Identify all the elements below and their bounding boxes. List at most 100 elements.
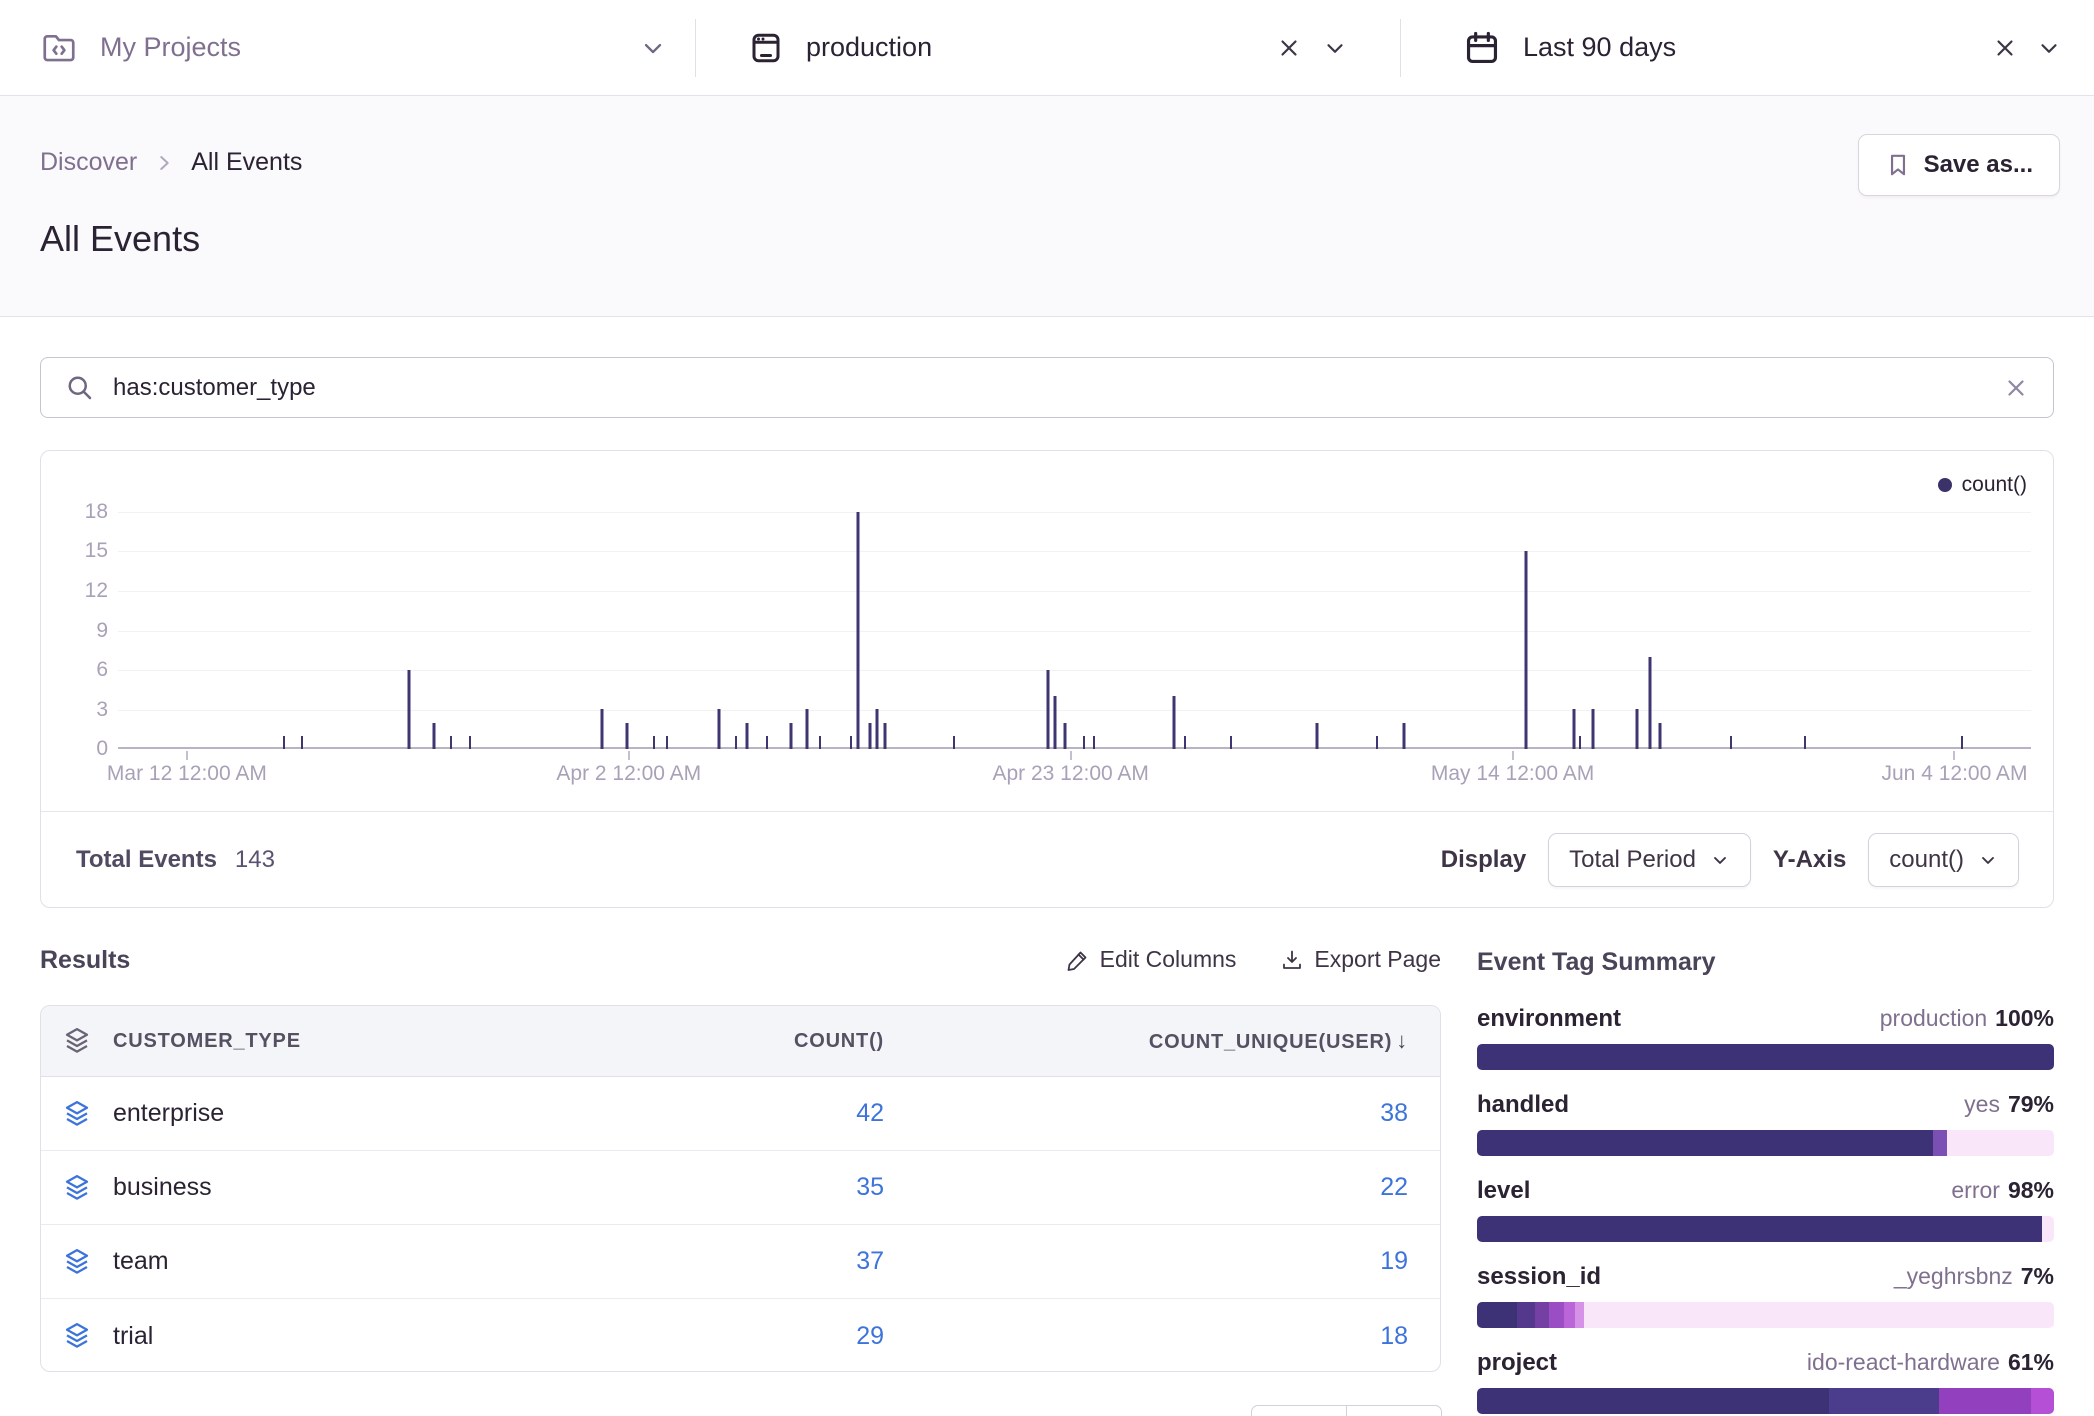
chart-data-spike	[1172, 696, 1175, 749]
chart-data-spike	[1054, 696, 1057, 749]
layers-icon	[62, 1321, 92, 1351]
cell-count-unique-link[interactable]: 22	[884, 1173, 1408, 1202]
tag-bar-segment	[1477, 1388, 1829, 1414]
table-actions: Edit Columns Export Page	[1066, 946, 1441, 973]
y-axis-tick-label: 6	[52, 658, 108, 682]
table-row: team3719	[41, 1225, 1440, 1299]
tag-distribution-bar[interactable]	[1477, 1130, 2054, 1156]
column-count[interactable]: COUNT()	[454, 1030, 884, 1053]
chart-gridline	[118, 710, 2031, 711]
chevron-down-icon[interactable]	[639, 34, 667, 62]
calendar-icon	[1463, 29, 1501, 67]
tag-bar-segment	[1829, 1388, 1939, 1414]
chart-data-spike	[600, 709, 603, 749]
cell-count-link[interactable]: 42	[454, 1099, 884, 1128]
chevron-down-icon[interactable]	[2036, 35, 2062, 61]
clear-environment-icon[interactable]	[1276, 35, 1302, 61]
tag-distribution-bar[interactable]	[1477, 1302, 2054, 1328]
tag-row: environment production100%	[1477, 1005, 2054, 1070]
tag-row: projectido-react-hardware61%	[1477, 1349, 2054, 1414]
tag-row: session_id_yeghrsbnz7%	[1477, 1263, 2054, 1328]
tag-name: project	[1477, 1349, 1557, 1377]
tag-distribution-bar[interactable]	[1477, 1388, 2054, 1414]
x-axis-tick-label: Jun 4 12:00 AM	[1882, 762, 2028, 786]
cell-count-link[interactable]: 29	[454, 1322, 884, 1351]
x-axis-tick	[1070, 751, 1072, 760]
cell-count-link[interactable]: 37	[454, 1247, 884, 1276]
window-icon	[748, 30, 784, 66]
chart-data-spike	[857, 512, 860, 749]
tag-top-value: error98%	[1951, 1177, 2054, 1204]
table-row: trial2918	[41, 1299, 1440, 1372]
chart-legend[interactable]: count()	[1938, 473, 2027, 497]
previous-page-button[interactable]	[1251, 1405, 1347, 1416]
tag-top-value: yes79%	[1964, 1091, 2054, 1118]
chart-gridline	[118, 551, 2031, 552]
project-filter[interactable]: My Projects	[0, 0, 695, 95]
chart-footer: Total Events 143 Display Total Period Y-…	[41, 811, 2053, 907]
pencil-icon	[1066, 948, 1090, 972]
edit-columns-button[interactable]: Edit Columns	[1066, 946, 1237, 973]
chart-data-spike	[884, 723, 887, 749]
chart-data-spike	[1093, 736, 1095, 749]
save-as-label: Save as...	[1924, 151, 2033, 179]
breadcrumb-discover-link[interactable]: Discover	[40, 148, 137, 177]
tag-rows: environmentproduction100%handledyes79%le…	[1477, 1005, 2054, 1414]
x-axis-tick	[1512, 751, 1514, 760]
cell-count-link[interactable]: 35	[454, 1173, 884, 1202]
tag-bar-segment	[2031, 1388, 2054, 1414]
total-events-value: 143	[235, 846, 275, 874]
tag-name: environment	[1477, 1005, 1621, 1033]
cell-count-unique-link[interactable]: 18	[884, 1322, 1408, 1351]
chart-data-spike	[1961, 736, 1963, 749]
project-filter-label: My Projects	[100, 32, 241, 63]
chart-data-spike	[1184, 736, 1186, 749]
tag-top-value: production100%	[1880, 1005, 2054, 1032]
chart-data-spike	[1376, 736, 1378, 749]
tag-top-percent: 79%	[2008, 1091, 2054, 1117]
clear-search-icon[interactable]	[2003, 375, 2029, 401]
chart-data-spike	[876, 709, 879, 749]
clear-daterange-icon[interactable]	[1992, 35, 2018, 61]
tag-bar-segment	[1575, 1302, 1584, 1328]
chart-data-spike	[666, 736, 668, 749]
y-axis-tick-label: 18	[52, 500, 108, 524]
chart-data-spike	[717, 709, 720, 749]
chevron-down-icon[interactable]	[1322, 35, 1348, 61]
yaxis-dropdown-value: count()	[1889, 846, 1964, 874]
chart-data-spike	[766, 736, 768, 749]
chart-data-spike	[790, 723, 793, 749]
chart-gridline	[118, 670, 2031, 671]
cell-count-unique-link[interactable]: 19	[884, 1247, 1408, 1276]
tag-top-percent: 98%	[2008, 1177, 2054, 1203]
column-count-unique-user[interactable]: COUNT_UNIQUE(USER)↓	[884, 1028, 1408, 1054]
display-dropdown[interactable]: Total Period	[1548, 833, 1751, 887]
environment-filter[interactable]: production	[696, 0, 1400, 95]
layers-icon	[62, 1247, 92, 1277]
save-as-button[interactable]: Save as...	[1858, 134, 2060, 196]
export-page-button[interactable]: Export Page	[1280, 946, 1441, 973]
pagination	[1251, 1405, 1442, 1416]
search-icon	[65, 373, 95, 403]
x-axis-tick-label: Mar 12 12:00 AM	[107, 762, 267, 786]
y-axis-tick-label: 15	[52, 539, 108, 563]
tag-distribution-bar[interactable]	[1477, 1216, 2054, 1242]
chart-data-spike	[432, 723, 435, 749]
tag-row: handledyes79%	[1477, 1091, 2054, 1156]
next-page-button[interactable]	[1346, 1405, 1442, 1416]
column-customer-type[interactable]: CUSTOMER_TYPE	[113, 1030, 454, 1053]
edit-columns-label: Edit Columns	[1100, 946, 1237, 973]
page-header: Discover All Events Save as... All Event…	[0, 96, 2094, 317]
tag-top-percent: 100%	[1995, 1005, 2054, 1031]
tag-row-header: session_id_yeghrsbnz7%	[1477, 1263, 2054, 1291]
daterange-filter[interactable]: Last 90 days	[1401, 0, 2094, 95]
search-input[interactable]	[113, 374, 1985, 402]
x-axis-tick	[628, 751, 630, 760]
yaxis-dropdown[interactable]: count()	[1868, 833, 2019, 887]
cell-count-unique-link[interactable]: 38	[884, 1099, 1408, 1128]
chart-data-spike	[1063, 723, 1066, 749]
download-icon	[1280, 948, 1304, 972]
tag-distribution-bar[interactable]	[1477, 1044, 2054, 1070]
search-bar[interactable]	[40, 357, 2054, 418]
layers-icon	[62, 1099, 92, 1129]
